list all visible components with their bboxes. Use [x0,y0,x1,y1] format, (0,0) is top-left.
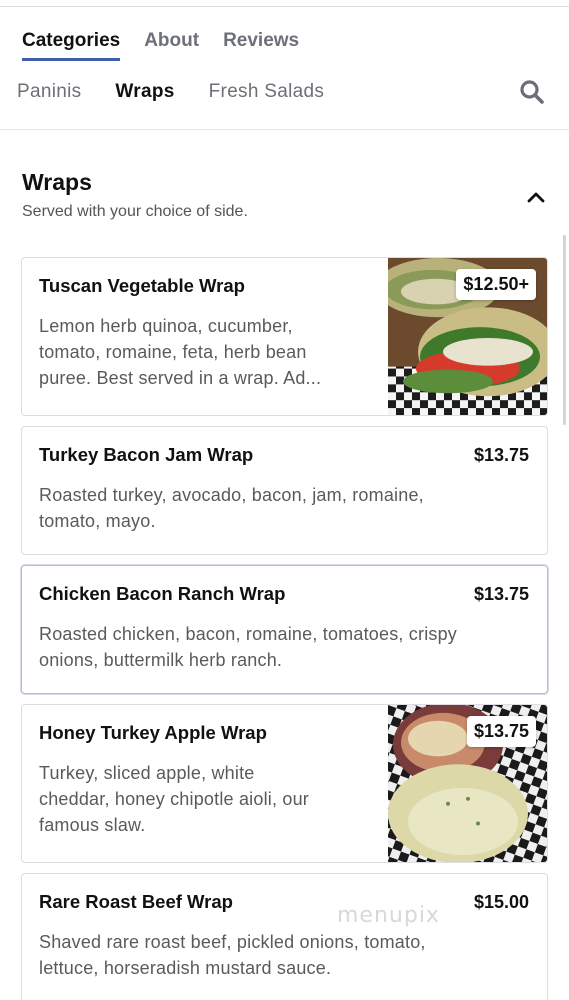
description-line: Shaved rare roast beef, pickled onions, … [39,932,426,952]
menu-item-description: Lemon herb quinoa, cucumber, tomato, rom… [39,313,321,391]
top-divider [0,6,569,7]
menu-item-photo: $12.50+ [388,258,547,415]
menu-item-description: Roasted turkey, avocado, bacon, jam, rom… [39,482,424,534]
description-line: tomato, romaine, feta, herb bean [39,342,307,362]
description-line: cheddar, honey chipotle aioli, our [39,789,309,809]
category-tab-bar: Paninis Wraps Fresh Salads [17,81,324,103]
menu-item-name: Honey Turkey Apple Wrap [39,722,267,743]
menu-item-card[interactable]: Turkey Bacon Jam Wrap $13.75 Roasted tur… [21,426,548,555]
search-icon[interactable] [518,78,546,106]
category-tab-paninis[interactable]: Paninis [17,81,81,103]
menu-item-card[interactable]: Chicken Bacon Ranch Wrap $13.75 Roasted … [21,565,548,694]
description-line: Roasted chicken, bacon, romaine, tomatoe… [39,624,457,644]
chevron-up-icon[interactable] [524,186,548,208]
description-line: tomato, mayo. [39,511,156,531]
description-line: famous slaw. [39,815,146,835]
menu-item-photo: $13.75 [388,705,547,862]
tab-about[interactable]: About [144,30,199,61]
menu-item-description: Turkey, sliced apple, white cheddar, hon… [39,760,309,838]
tab-categories[interactable]: Categories [22,30,121,61]
description-line: puree. Best served in a wrap. Ad... [39,368,322,388]
menu-item-price: $15.00 [473,892,529,912]
nav-divider [0,129,569,130]
menu-item-name: Tuscan Vegetable Wrap [39,275,245,296]
watermark-logo: menupix [337,903,440,928]
description-line: Lemon herb quinoa, cucumber, [39,316,293,336]
menu-item-name: Chicken Bacon Ranch Wrap [39,583,286,604]
category-tab-wraps[interactable]: Wraps [115,81,174,103]
menu-item-name: Rare Roast Beef Wrap [39,891,233,912]
menu-item-price: $13.75 [466,716,536,747]
menu-item-description: Shaved rare roast beef, pickled onions, … [39,929,426,981]
menu-item-card[interactable]: Tuscan Vegetable Wrap Lemon herb quinoa,… [21,257,548,416]
section-subtitle: Served with your choice of side. [22,203,248,220]
description-line: onions, buttermilk herb ranch. [39,650,283,670]
menu-item-price: $13.75 [473,584,529,604]
description-line: Turkey, sliced apple, white [39,763,255,783]
description-line: Roasted turkey, avocado, bacon, jam, rom… [39,485,424,505]
section-title: Wraps [22,169,92,195]
menu-item-name: Turkey Bacon Jam Wrap [39,444,254,465]
description-line: lettuce, horseradish mustard sauce. [39,958,332,978]
top-tab-bar: Categories About Reviews [22,30,299,61]
scrollbar[interactable] [563,235,566,425]
category-tab-fresh-salads[interactable]: Fresh Salads [209,81,325,103]
menu-item-description: Roasted chicken, bacon, romaine, tomatoe… [39,621,457,673]
menu-item-price: $13.75 [473,445,529,465]
tab-reviews[interactable]: Reviews [223,30,299,61]
menu-item-price: $12.50+ [456,269,536,300]
menu-item-card[interactable]: Rare Roast Beef Wrap $15.00 Shaved rare … [21,873,548,1000]
menu-item-card[interactable]: Honey Turkey Apple Wrap Turkey, sliced a… [21,704,548,863]
